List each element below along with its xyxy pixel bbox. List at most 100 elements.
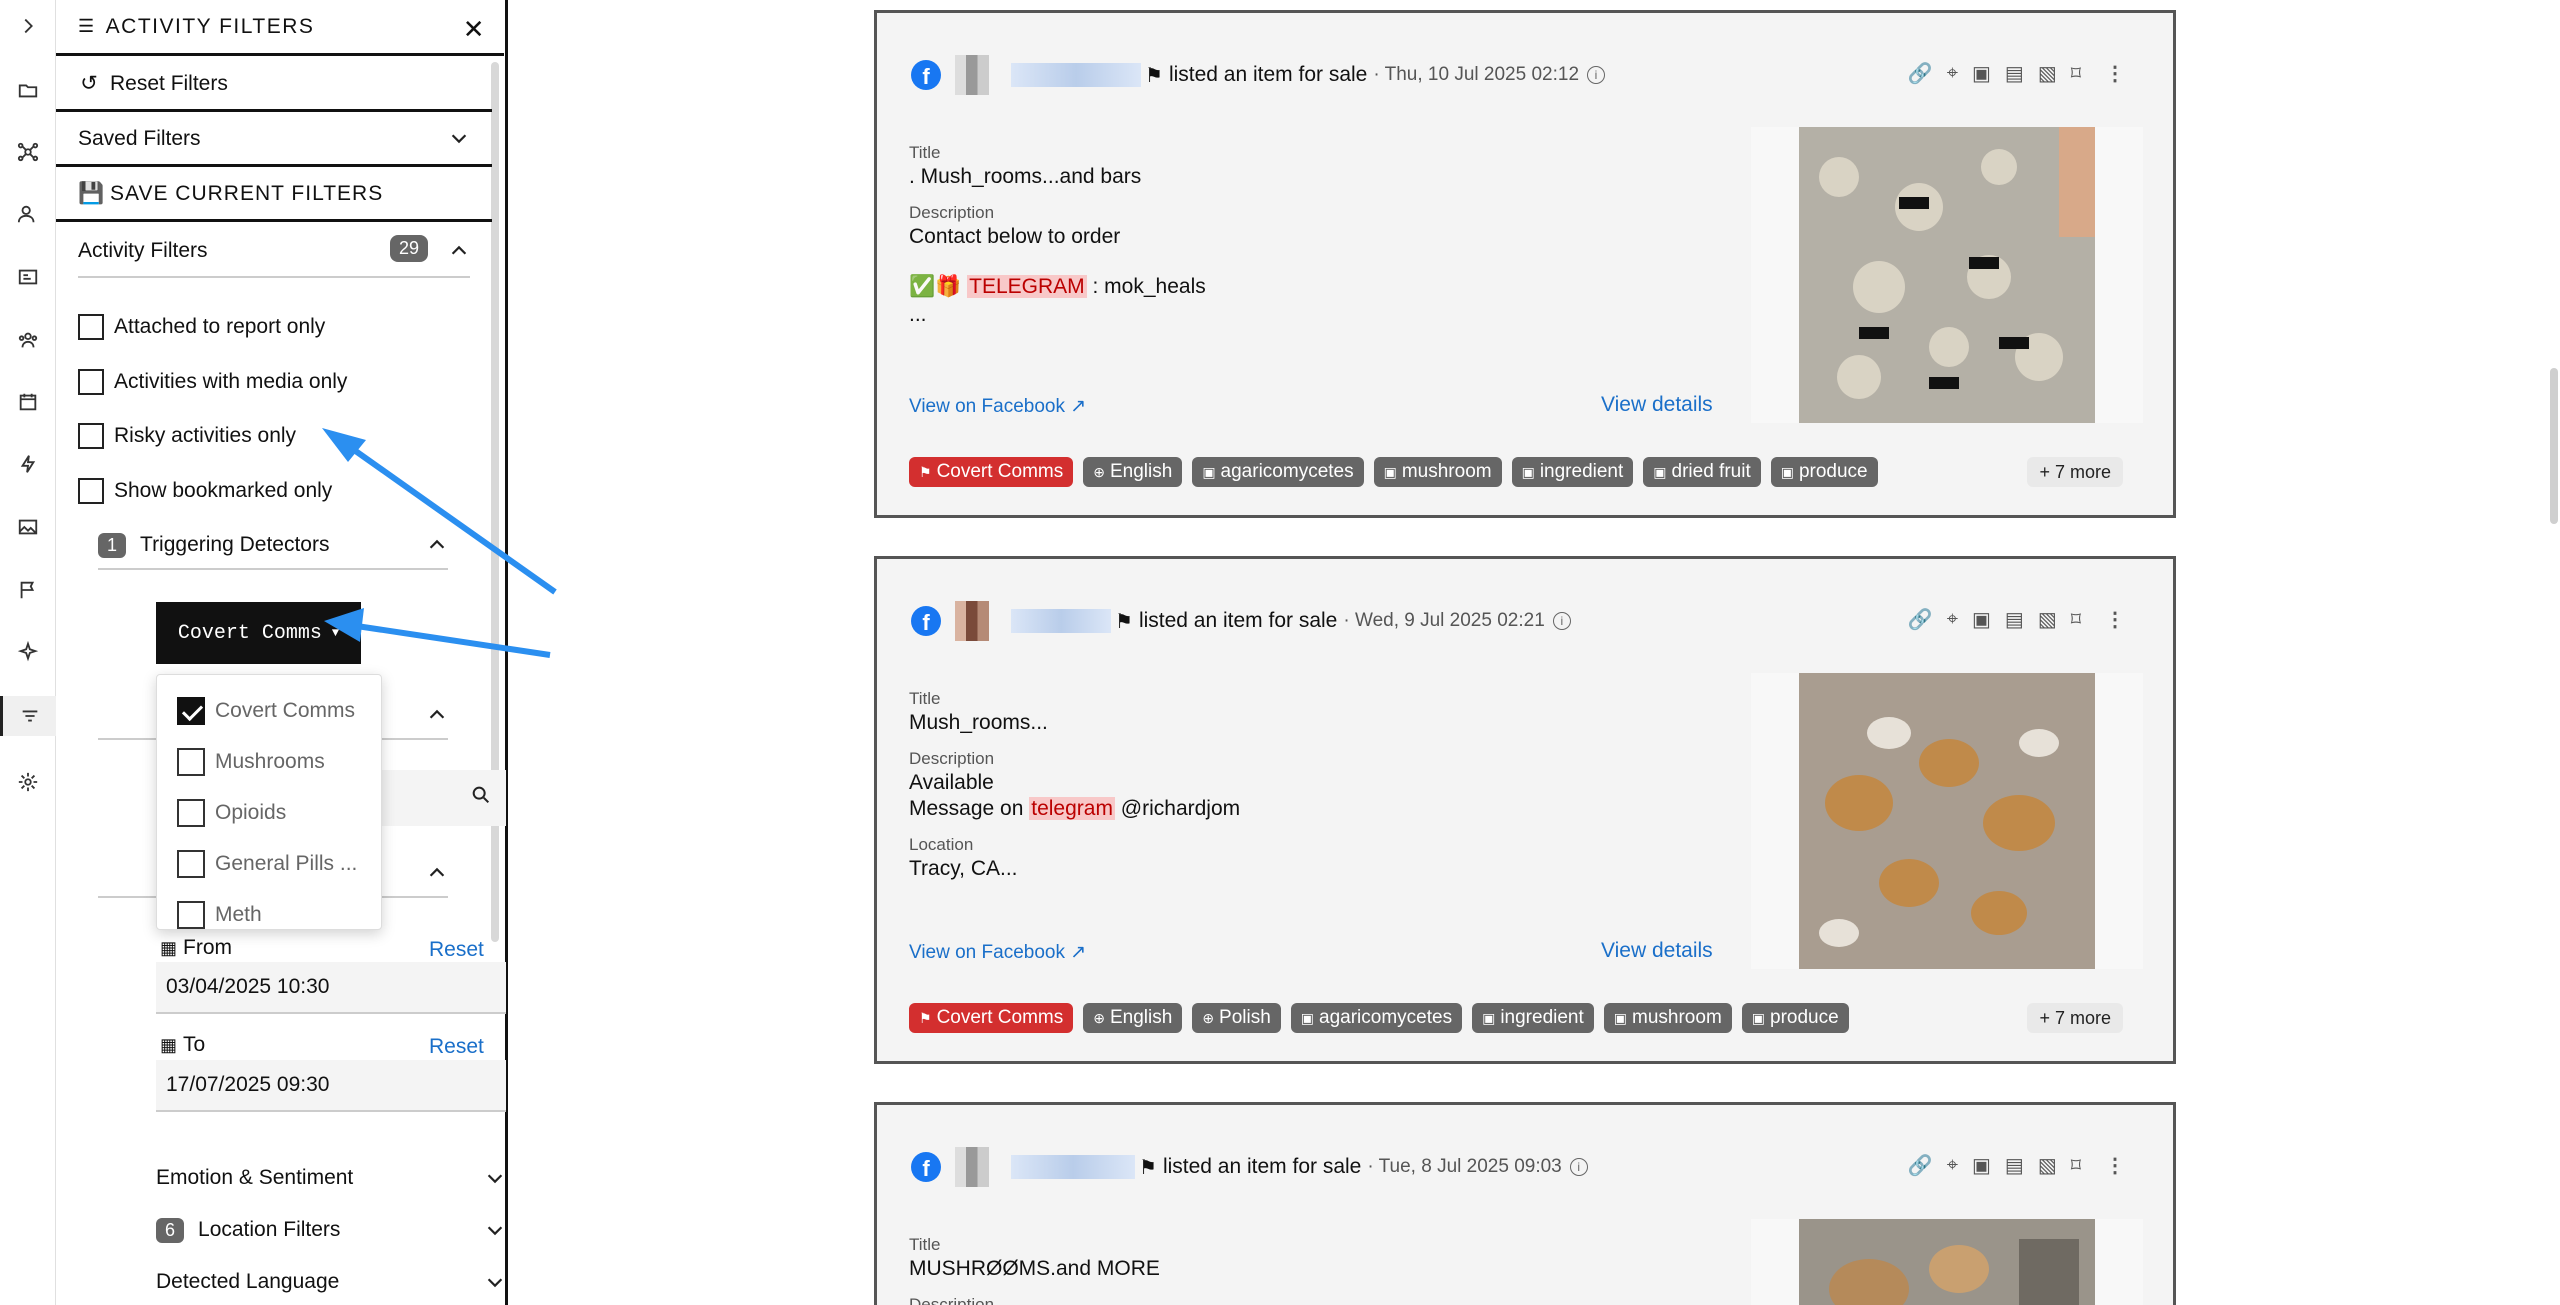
location-pin-icon[interactable]: ⌖ (1947, 1154, 1958, 1177)
more-vert-icon[interactable]: ⋮ (2105, 1153, 2125, 1178)
checkbox-box[interactable] (177, 748, 205, 776)
close-icon[interactable]: ✕ (463, 14, 486, 45)
bookmark-icon[interactable]: ⌑ (2071, 607, 2081, 632)
link-icon[interactable]: 🔗 (1908, 607, 1933, 632)
mushroom-bag-image[interactable] (1799, 127, 2095, 423)
mushroom-photo-image[interactable] (1799, 1219, 2095, 1305)
tag-language[interactable]: ⊕ Polish (1192, 1003, 1281, 1033)
tag-language[interactable]: ⊕ English (1083, 1003, 1183, 1033)
tag-language[interactable]: ⊕ English (1083, 457, 1183, 487)
checkbox-box[interactable] (177, 799, 205, 827)
view-on-facebook-link[interactable]: View on Facebook ↗ (909, 941, 1086, 964)
main-scrollbar[interactable] (2550, 368, 2558, 524)
location-pin-icon[interactable]: ⌖ (1947, 608, 1958, 631)
tag-image-label[interactable]: ▣ ingredient (1511, 457, 1634, 487)
translate-icon[interactable]: ▣ (1972, 607, 1991, 632)
checkbox-box[interactable] (78, 369, 104, 395)
bookmark-icon[interactable]: ⌑ (2071, 61, 2081, 86)
media-thumbnail[interactable] (1751, 1219, 2143, 1305)
image-icon[interactable] (0, 507, 56, 547)
calendar-star-icon[interactable] (0, 382, 56, 422)
detector-option-covert-comms[interactable]: Covert Comms (177, 695, 355, 727)
link-icon[interactable]: 🔗 (1908, 1153, 1933, 1178)
mushroom-photo-image[interactable] (1799, 673, 2095, 969)
view-on-facebook-link[interactable]: View on Facebook ↗ (909, 395, 1086, 418)
tag-image-label[interactable]: ▣ mushroom (1373, 457, 1502, 487)
detector-option-mushrooms[interactable]: Mushrooms (177, 746, 325, 778)
tag-image-label[interactable]: ▣ agaricomycetes (1192, 457, 1364, 487)
translate-icon[interactable]: ▣ (1972, 61, 1991, 86)
detected-language-header[interactable]: Detected Language (156, 1260, 506, 1304)
activity-bolt-icon[interactable] (0, 444, 56, 484)
translate-icon[interactable]: ▣ (1972, 1153, 1991, 1178)
avatar[interactable] (955, 55, 989, 95)
id-card-icon[interactable] (0, 257, 56, 297)
flag-icon[interactable] (0, 570, 56, 610)
more-tags-button[interactable]: + 7 more (2027, 457, 2123, 487)
from-date-input[interactable]: 03/04/2025 10:30 (156, 962, 506, 1014)
detector-option-general-pills[interactable]: General Pills ... (177, 848, 357, 880)
tag-image-label[interactable]: ▣ produce (1741, 1003, 1849, 1033)
location-pin-icon[interactable]: ⌖ (1947, 62, 1958, 85)
tag-image-label[interactable]: ▣ dried fruit (1643, 457, 1761, 487)
checkbox-checked[interactable] (177, 697, 205, 725)
to-reset-link[interactable]: Reset (429, 1035, 484, 1059)
checkbox-risky-activities[interactable]: Risky activities only (78, 419, 296, 453)
checkbox-attached-to-report[interactable]: Attached to report only (78, 310, 325, 344)
checkbox-box[interactable] (78, 423, 104, 449)
sparkle-icon[interactable] (0, 632, 56, 672)
tag-image-label[interactable]: ▣ produce (1770, 457, 1878, 487)
checkbox-box[interactable] (78, 314, 104, 340)
info-icon[interactable]: i (1569, 1158, 1588, 1176)
view-details-link[interactable]: View details (1601, 939, 1713, 963)
from-reset-link[interactable]: Reset (429, 938, 484, 962)
note-icon[interactable]: ▤ (2005, 1153, 2024, 1178)
expand-chevron-icon[interactable] (0, 6, 56, 46)
to-date-input[interactable]: 17/07/2025 09:30 (156, 1060, 506, 1112)
folder-icon[interactable] (0, 70, 56, 110)
filter-icon[interactable] (0, 696, 56, 736)
detector-option-meth[interactable]: Meth (177, 899, 262, 931)
checkbox-box[interactable] (177, 850, 205, 878)
info-icon[interactable]: i (1587, 66, 1606, 84)
more-vert-icon[interactable]: ⋮ (2105, 607, 2125, 632)
activity-filters-section-header[interactable]: Activity Filters 29 (78, 226, 470, 278)
avatar[interactable] (955, 1147, 989, 1187)
emotion-sentiment-header[interactable]: Emotion & Sentiment (156, 1156, 506, 1200)
report-add-icon[interactable]: ▧ (2038, 1153, 2057, 1178)
tag-image-label[interactable]: ▣ agaricomycetes (1290, 1003, 1463, 1033)
blurred-username[interactable] (1011, 609, 1111, 633)
view-details-link[interactable]: View details (1601, 393, 1713, 417)
settings-gear-icon[interactable] (0, 762, 56, 802)
save-current-filters-button[interactable]: 💾 SAVE CURRENT FILTERS (56, 168, 492, 222)
bookmark-icon[interactable]: ⌑ (2071, 1153, 2081, 1178)
user-icon[interactable] (0, 194, 56, 234)
checkbox-activities-with-media[interactable]: Activities with media only (78, 365, 347, 399)
blurred-username[interactable] (1011, 63, 1141, 87)
note-icon[interactable]: ▤ (2005, 607, 2024, 632)
checkbox-box[interactable] (78, 478, 104, 504)
search-icon[interactable] (470, 784, 492, 806)
media-thumbnail[interactable] (1751, 673, 2143, 969)
group-icon[interactable] (0, 320, 56, 360)
location-filters-header[interactable]: 6 Location Filters (156, 1208, 506, 1252)
more-tags-button[interactable]: + 7 more (2027, 1003, 2123, 1033)
info-icon[interactable]: i (1552, 612, 1571, 630)
report-add-icon[interactable]: ▧ (2038, 607, 2057, 632)
tag-image-label[interactable]: ▣ ingredient (1472, 1003, 1594, 1033)
media-thumbnail[interactable] (1751, 127, 2143, 423)
more-vert-icon[interactable]: ⋮ (2105, 61, 2125, 86)
avatar[interactable] (955, 601, 989, 641)
reset-filters-button[interactable]: ↺ Reset Filters (56, 58, 492, 112)
tag-covert-comms[interactable]: ⚑ Covert Comms (909, 1003, 1074, 1033)
network-icon[interactable] (0, 132, 56, 172)
link-icon[interactable]: 🔗 (1908, 61, 1933, 86)
tag-image-label[interactable]: ▣ mushroom (1603, 1003, 1732, 1033)
report-add-icon[interactable]: ▧ (2038, 61, 2057, 86)
blurred-username[interactable] (1011, 1155, 1135, 1179)
tag-covert-comms[interactable]: ⚑ Covert Comms (909, 457, 1074, 487)
checkbox-show-bookmarked[interactable]: Show bookmarked only (78, 474, 332, 508)
detector-option-opioids[interactable]: Opioids (177, 797, 286, 829)
note-icon[interactable]: ▤ (2005, 61, 2024, 86)
checkbox-box[interactable] (177, 901, 205, 929)
